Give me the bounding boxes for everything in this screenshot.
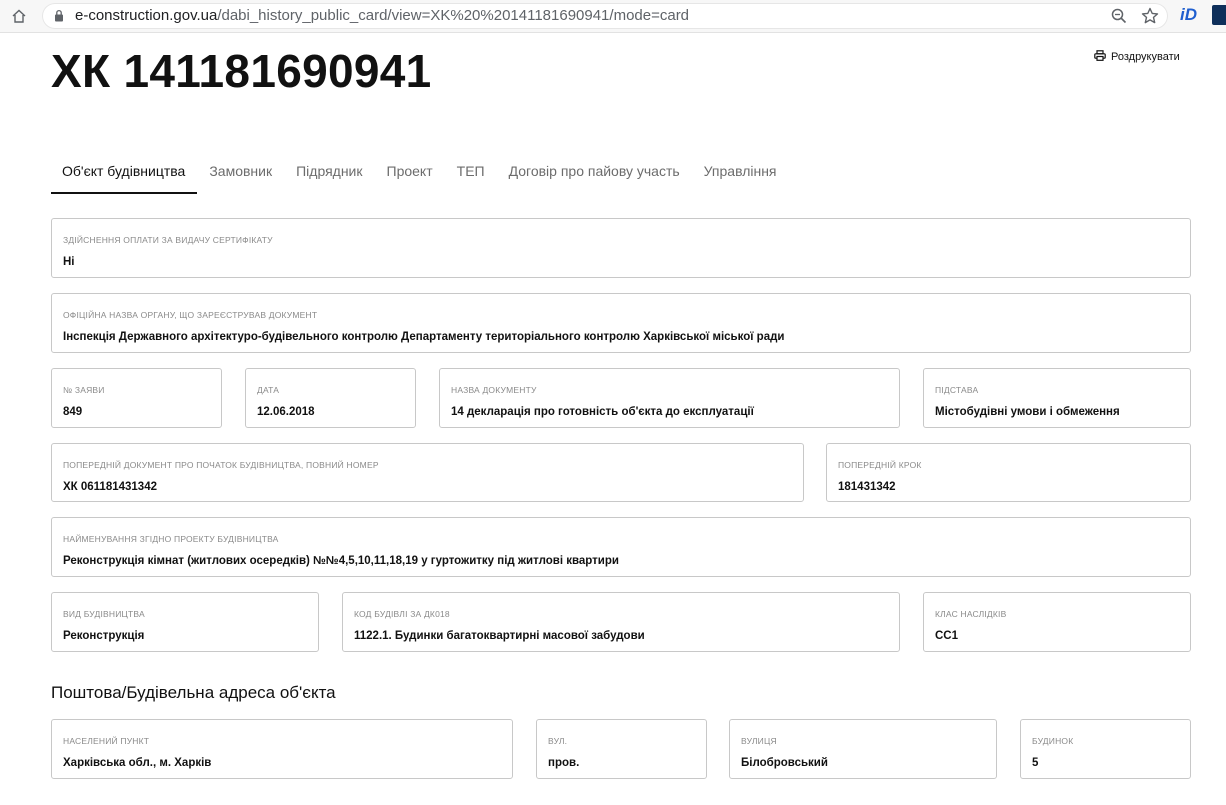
- field-label: Назва документу: [451, 385, 537, 395]
- field-street: Вулиця Білобровський: [729, 719, 997, 779]
- field-value: пров.: [548, 757, 580, 769]
- bookmark-star-icon[interactable]: [1140, 6, 1160, 26]
- field-value: Інспекція Державного архітектуро-будівел…: [63, 331, 785, 343]
- field-basis: Підстава Містобудівні умови і обмеження: [923, 368, 1191, 428]
- field-payment: Здійснення оплати за видачу сертифікату …: [51, 218, 1191, 278]
- field-label: Дата: [257, 385, 280, 395]
- breadcrumb: [51, 32, 401, 35]
- page-title: ХК 141181690941: [51, 45, 432, 97]
- tab-equity-agreement[interactable]: Договір про пайову участь: [497, 162, 692, 194]
- zoom-icon[interactable]: [1110, 7, 1128, 25]
- field-label: № заяви: [63, 385, 105, 395]
- url-text[interactable]: e-construction.gov.ua/dabi_history_publi…: [75, 7, 689, 25]
- field-value: Реконструкція: [63, 630, 145, 642]
- extension-icon[interactable]: [1212, 5, 1226, 25]
- printer-icon: [1094, 50, 1106, 64]
- field-value: 5: [1032, 757, 1039, 769]
- field-value: 12.06.2018: [257, 406, 315, 418]
- lock-icon: [54, 9, 64, 27]
- print-label: Роздрукувати: [1111, 51, 1180, 63]
- field-label: Будинок: [1032, 736, 1074, 746]
- field-project-name: Найменування згідно проекту будівництва …: [51, 517, 1191, 577]
- field-value: Містобудівні умови і обмеження: [935, 406, 1120, 418]
- field-value: Білобровський: [741, 757, 828, 769]
- field-value: 14 декларація про готовність об'єкта до …: [451, 406, 754, 418]
- field-label: Здійснення оплати за видачу сертифікату: [63, 235, 273, 245]
- field-label: Код будівлі за ДК018: [354, 609, 450, 619]
- field-house: Будинок 5: [1020, 719, 1191, 779]
- field-consequence-class: Клас наслідків СС1: [923, 592, 1191, 652]
- field-value: 849: [63, 406, 83, 418]
- field-date: Дата 12.06.2018: [245, 368, 416, 428]
- field-label: Вулиця: [741, 736, 777, 746]
- field-label: Вул.: [548, 736, 568, 746]
- browser-toolbar: e-construction.gov.ua/dabi_history_publi…: [0, 0, 1226, 33]
- print-button[interactable]: Роздрукувати: [1094, 50, 1180, 64]
- field-construction-type: Вид будівництва Реконструкція: [51, 592, 319, 652]
- extension-id-icon[interactable]: iD: [1180, 5, 1202, 27]
- field-application-no: № заяви 849: [51, 368, 222, 428]
- field-label: Найменування згідно проекту будівництва: [63, 534, 279, 544]
- tab-customer[interactable]: Замовник: [197, 162, 284, 194]
- field-label: Попередній документ про початок будівниц…: [63, 460, 379, 470]
- field-prev-step: Попередній крок 181431342: [826, 443, 1191, 502]
- tab-object[interactable]: Об'єкт будівництва: [51, 162, 198, 194]
- field-street-type: Вул. пров.: [536, 719, 707, 779]
- tab-bar: Об'єкт будівництва Замовник Підрядник Пр…: [51, 162, 789, 194]
- address-section-heading: Поштова/Будівельна адреса об'єкта: [51, 683, 336, 702]
- url-path: /dabi_history_public_card/view=XK%20%201…: [217, 7, 690, 24]
- field-value: Харківська обл., м. Харків: [63, 757, 212, 769]
- field-prev-document: Попередній документ про початок будівниц…: [51, 443, 804, 502]
- field-value: Ні: [63, 256, 75, 268]
- tab-contractor[interactable]: Підрядник: [284, 162, 374, 194]
- field-document-name: Назва документу 14 декларація про готовн…: [439, 368, 900, 428]
- field-authority: Офіційна назва органу, що зареєстрував д…: [51, 293, 1191, 353]
- field-label: Населений пункт: [63, 736, 150, 746]
- field-value: 181431342: [838, 481, 896, 493]
- field-settlement: Населений пункт Харківська обл., м. Харк…: [51, 719, 513, 779]
- tab-project[interactable]: Проект: [375, 162, 445, 194]
- field-label: Офіційна назва органу, що зареєстрував д…: [63, 310, 318, 320]
- field-label: Вид будівництва: [63, 609, 145, 619]
- tab-management[interactable]: Управління: [692, 162, 789, 194]
- field-value: ХК 061181431342: [63, 481, 157, 493]
- field-label: Підстава: [935, 385, 979, 395]
- field-value: СС1: [935, 630, 959, 642]
- field-label: Попередній крок: [838, 460, 922, 470]
- home-icon[interactable]: [8, 6, 30, 26]
- field-label: Клас наслідків: [935, 609, 1007, 619]
- field-building-code: Код будівлі за ДК018 1122.1. Будинки баг…: [342, 592, 900, 652]
- url-host: e-construction.gov.ua: [75, 7, 218, 24]
- field-value: Реконструкція кімнат (житлових осередків…: [63, 555, 619, 567]
- tab-tep[interactable]: ТЕП: [445, 162, 497, 194]
- field-value: 1122.1. Будинки багатоквартирні масової …: [354, 630, 645, 642]
- address-bar[interactable]: e-construction.gov.ua/dabi_history_publi…: [42, 3, 1168, 29]
